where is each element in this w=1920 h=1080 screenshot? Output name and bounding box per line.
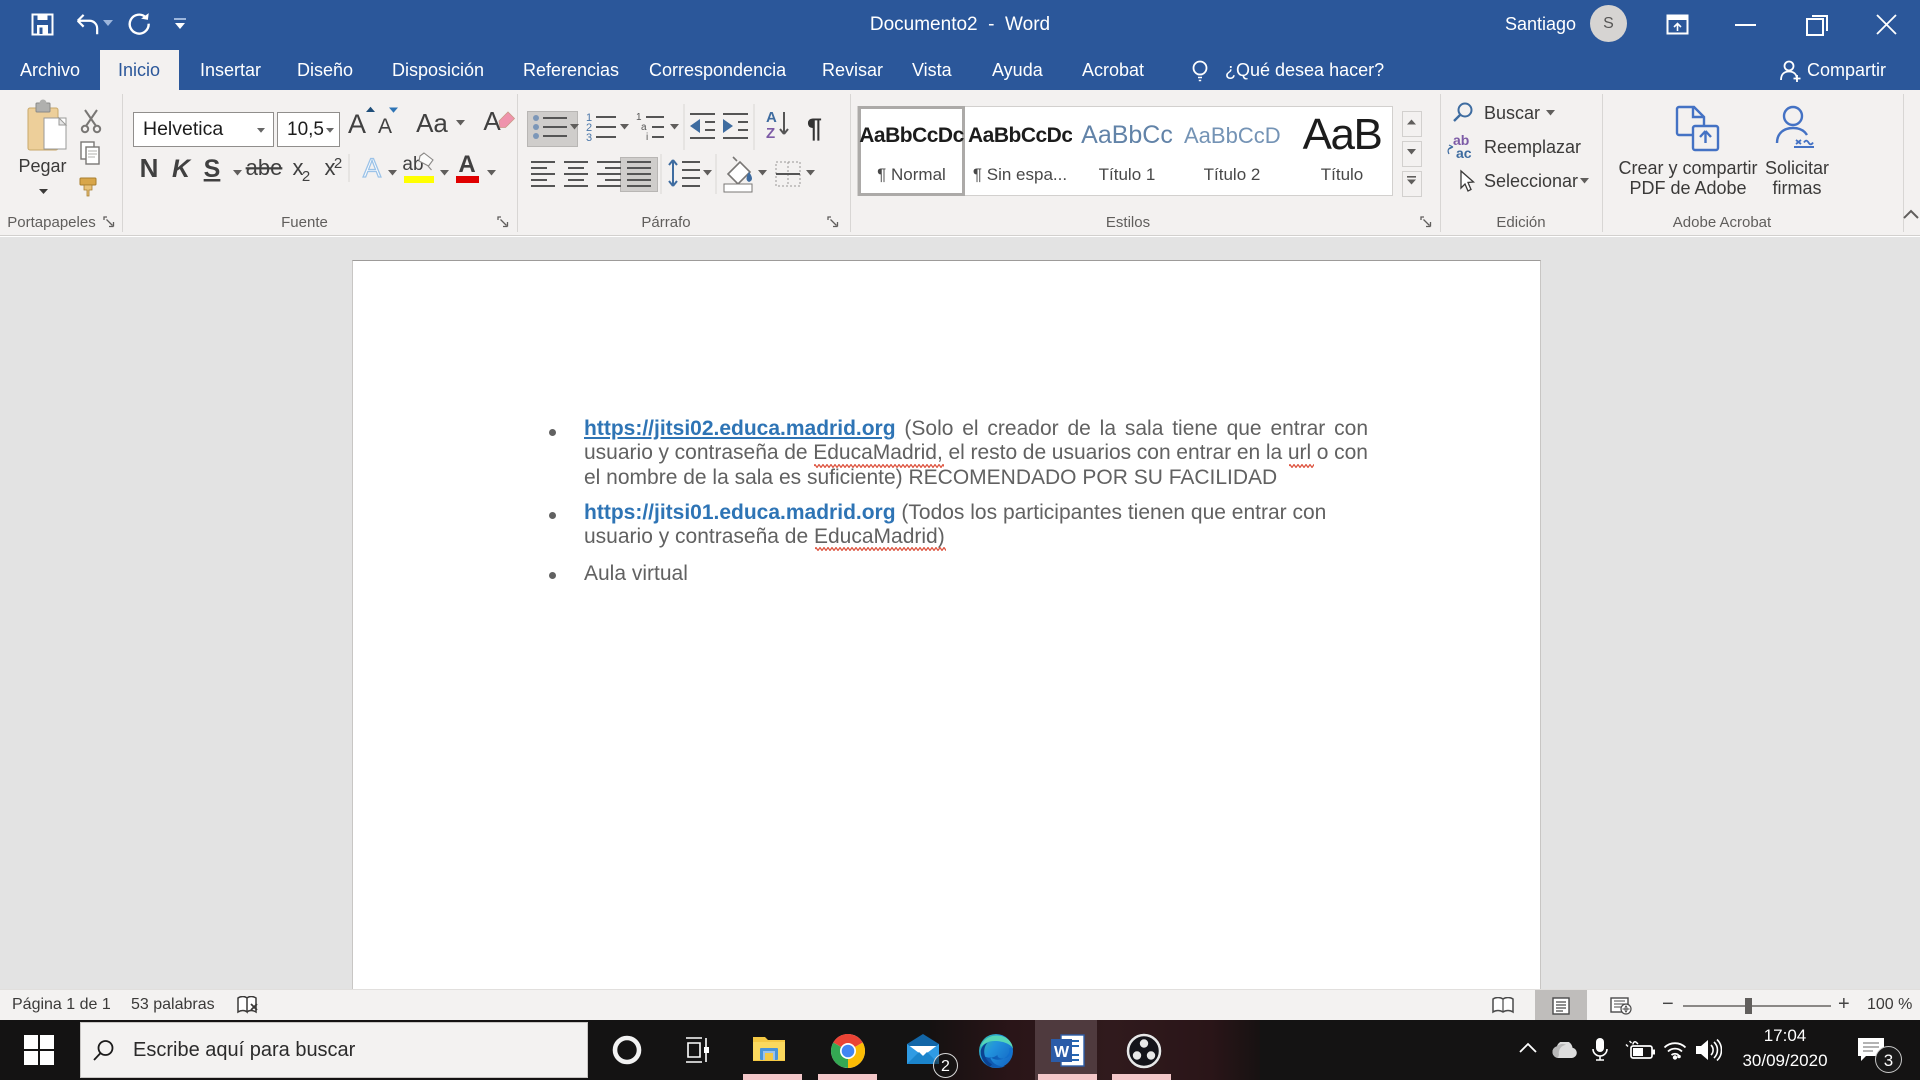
svg-text:K: K — [172, 155, 192, 183]
svg-text:Z: Z — [766, 125, 775, 142]
svg-text:A: A — [363, 153, 381, 183]
svg-text:2: 2 — [302, 168, 310, 185]
svg-text:3: 3 — [586, 132, 592, 144]
svg-text:Aa: Aa — [416, 108, 448, 138]
svg-text:N: N — [140, 153, 159, 183]
svg-text:ac: ac — [1456, 145, 1472, 161]
svg-text:W: W — [1054, 1044, 1070, 1061]
svg-text:¶: ¶ — [807, 113, 822, 143]
svg-text:A: A — [766, 109, 777, 126]
svg-text:S: S — [204, 155, 221, 183]
svg-text:A: A — [458, 151, 475, 178]
svg-text:abe: abe — [246, 155, 283, 180]
svg-text:A: A — [378, 115, 392, 138]
svg-text:2: 2 — [334, 155, 342, 172]
svg-text:i: i — [646, 132, 648, 143]
svg-text:A: A — [348, 109, 366, 139]
